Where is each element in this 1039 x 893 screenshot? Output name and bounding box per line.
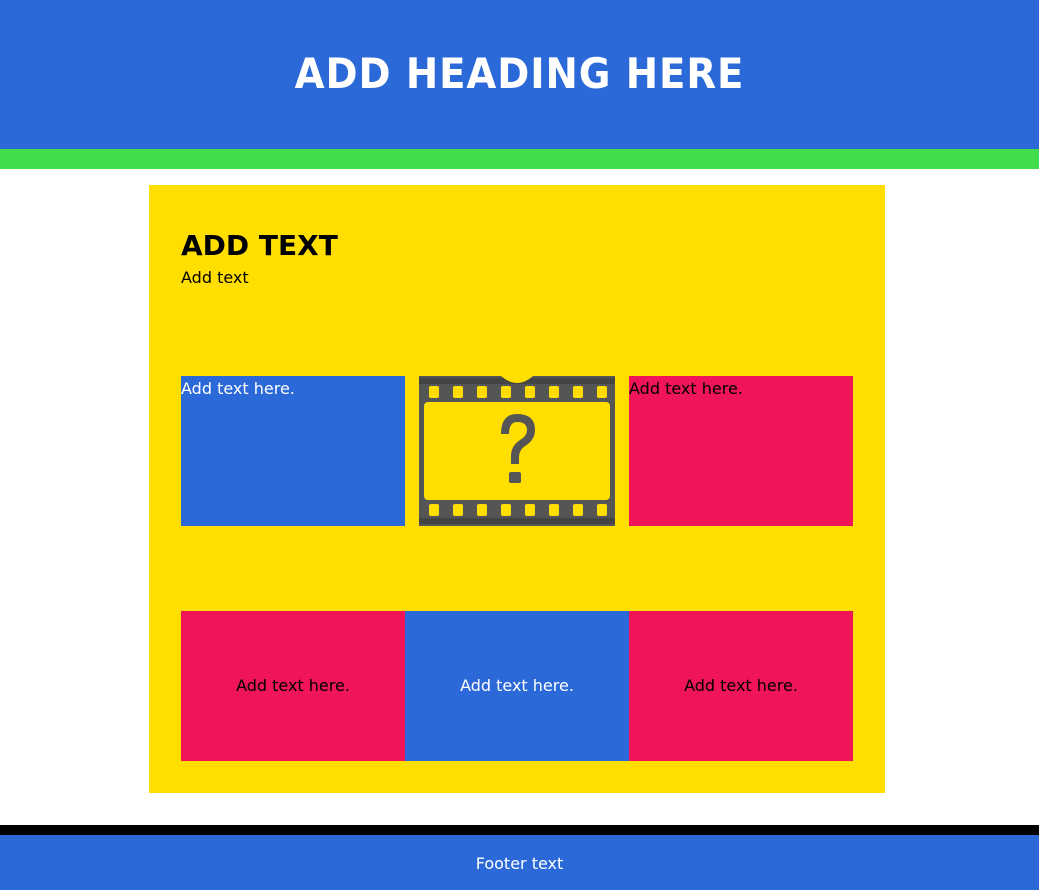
page-title: Add Heading Here bbox=[294, 49, 745, 98]
text-box-label: Add text here. bbox=[181, 379, 295, 398]
section-heading: Add text bbox=[181, 229, 338, 262]
text-box-label: Add text here. bbox=[460, 676, 574, 695]
site-header: Add Heading Here bbox=[0, 0, 1039, 149]
text-box-pink: Add text here. bbox=[629, 611, 853, 761]
footer-divider bbox=[0, 825, 1039, 835]
film-placeholder-image bbox=[419, 376, 615, 526]
text-box-blue: Add text here. bbox=[405, 611, 629, 761]
text-box-label: Add text here. bbox=[629, 379, 743, 398]
film-question-icon bbox=[419, 376, 615, 526]
content-panel: Add text Add text Add text here. bbox=[149, 185, 885, 793]
text-box-label: Add text here. bbox=[236, 676, 350, 695]
accent-divider bbox=[0, 149, 1039, 169]
footer-text: Footer text bbox=[475, 854, 564, 873]
section-text: Add text bbox=[181, 268, 249, 287]
text-box-pink: Add text here. bbox=[629, 376, 853, 526]
text-box-pink: Add text here. bbox=[181, 611, 405, 761]
site-footer: Footer text bbox=[0, 835, 1039, 890]
text-box-label: Add text here. bbox=[684, 676, 798, 695]
text-box-blue: Add text here. bbox=[181, 376, 405, 526]
